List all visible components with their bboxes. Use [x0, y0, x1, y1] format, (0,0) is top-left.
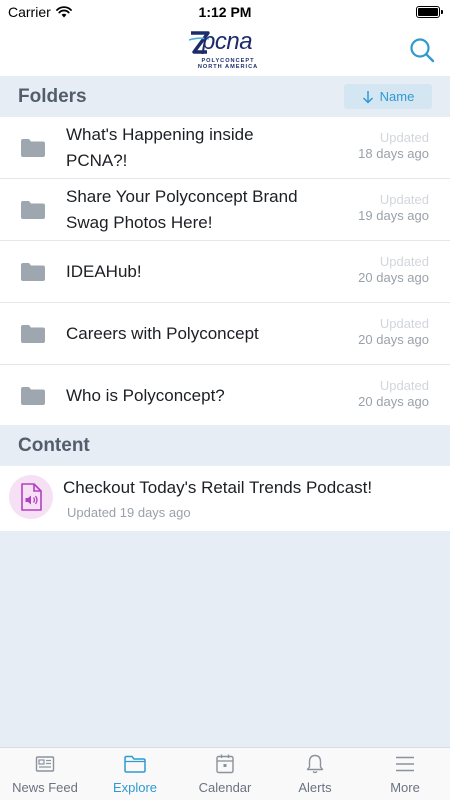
empty-area [0, 531, 450, 747]
updated-label: Updated [379, 316, 429, 331]
content-icon-badge [9, 475, 53, 519]
folder-row[interactable]: IDEAHub! Updated 20 days ago [0, 241, 450, 303]
folders-title: Folders [18, 85, 87, 107]
audio-file-icon [21, 483, 42, 511]
logo-line2: NORTH AMERICA [197, 64, 259, 70]
sort-label: Name [379, 89, 415, 104]
content-item[interactable]: Checkout Today's Retail Trends Podcast! … [0, 466, 450, 531]
updated-age: 20 days ago [358, 332, 429, 347]
folder-name: What's Happening inside PCNA?! [66, 124, 254, 170]
folder-icon [21, 201, 45, 219]
folders-section-header: Folders Name [0, 76, 450, 117]
folder-updated: Updated 20 days ago [358, 316, 429, 348]
folder-icon [21, 387, 45, 405]
folder-icon [21, 325, 45, 343]
sort-by-name-button[interactable]: Name [344, 84, 432, 109]
folder-updated: Updated 18 days ago [358, 130, 429, 162]
folder-row[interactable]: What's Happening inside PCNA?! Updated 1… [0, 117, 450, 179]
folder-updated: Updated 19 days ago [358, 192, 429, 224]
tab-label: News Feed [12, 780, 78, 795]
folder-row[interactable]: Careers with Polyconcept Updated 20 days… [0, 303, 450, 365]
content-item-updated: Updated 19 days ago [67, 505, 191, 520]
tab-label: More [390, 780, 420, 795]
tab-label: Explore [112, 780, 158, 795]
folder-list: What's Happening inside PCNA?! Updated 1… [0, 117, 450, 427]
arrow-down-icon [362, 90, 373, 104]
tab-label: Calendar [198, 780, 252, 795]
folder-icon [21, 139, 45, 157]
menu-icon [396, 756, 414, 772]
updated-label: Updated [379, 378, 429, 393]
search-button[interactable] [408, 36, 436, 64]
folder-updated: Updated 20 days ago [358, 254, 429, 286]
folder-row[interactable]: Share Your Polyconcept Brand Swag Photos… [0, 179, 450, 241]
folder-row[interactable]: Who is Polyconcept? Updated 20 days ago [0, 365, 450, 427]
updated-age: 19 days ago [358, 208, 429, 223]
folder-icon [21, 263, 45, 281]
folder-name: Who is Polyconcept? [66, 385, 225, 405]
tab-calendar[interactable]: Calendar [180, 748, 270, 800]
tab-label: Alerts [298, 780, 332, 795]
wifi-icon [55, 6, 72, 18]
folder-updated: Updated 20 days ago [358, 378, 429, 410]
updated-age: 18 days ago [358, 146, 429, 161]
content-item-title: Checkout Today's Retail Trends Podcast! [63, 478, 373, 497]
tab-news-feed[interactable]: News Feed [0, 748, 90, 800]
updated-label: Updated [379, 130, 429, 145]
status-bar: Carrier 1:12 PM [0, 0, 450, 24]
folder-name: Share Your Polyconcept Brand Swag Photos… [66, 186, 298, 232]
app-header: pcna POLYCONCEPT NORTH AMERICA [0, 24, 450, 76]
content-title: Content [18, 434, 90, 456]
folder-icon [124, 755, 146, 773]
content-section-header: Content [0, 425, 450, 466]
tab-more[interactable]: More [360, 748, 450, 800]
status-left: Carrier [8, 4, 72, 20]
tab-explore[interactable]: Explore [90, 748, 180, 800]
tab-bar: News Feed Explore Calendar Alerts More [0, 747, 450, 800]
newspaper-icon [35, 756, 55, 772]
battery-icon [416, 6, 443, 18]
folder-name: IDEAHub! [66, 261, 142, 281]
pcna-logo: pcna POLYCONCEPT NORTH AMERICA [188, 28, 264, 72]
updated-label: Updated [379, 254, 429, 269]
folder-name: Careers with Polyconcept [66, 323, 259, 343]
logo-wordmark: pcna [202, 28, 253, 55]
tab-alerts[interactable]: Alerts [270, 748, 360, 800]
carrier-label: Carrier [8, 4, 51, 20]
bell-icon [306, 754, 324, 774]
updated-label: Updated [379, 192, 429, 207]
updated-age: 20 days ago [358, 394, 429, 409]
search-icon [410, 38, 435, 63]
updated-age: 20 days ago [358, 270, 429, 285]
calendar-icon [216, 754, 234, 774]
